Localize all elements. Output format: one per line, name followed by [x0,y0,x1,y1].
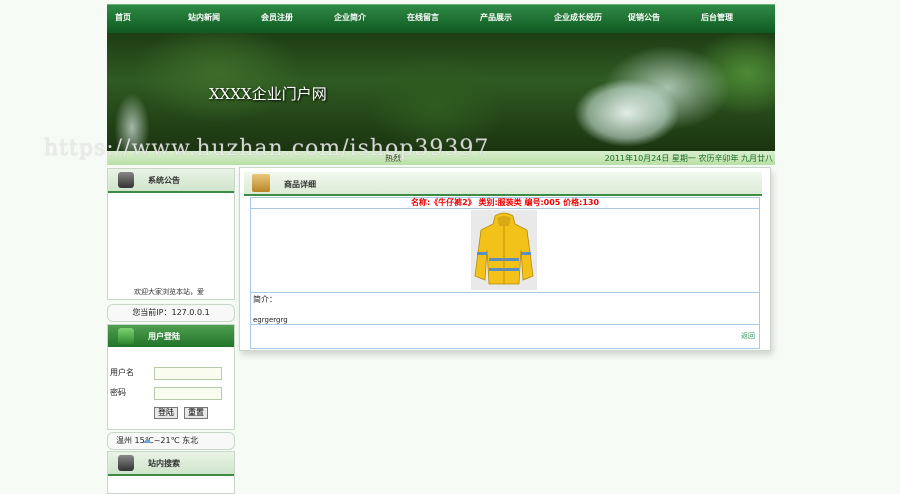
nav-news[interactable]: 站内新闻 [188,5,220,33]
login-header: 用户登陆 [108,325,234,347]
cloud-icon: ☁ [142,436,151,446]
nav-register[interactable]: 会员注册 [261,5,293,33]
reset-button[interactable]: 重置 [184,407,208,419]
detail-title: 商品详细 [284,180,316,189]
speaker-icon [118,172,134,188]
search-header: 站内搜索 [108,452,234,476]
notice-title: 系统公告 [148,176,180,185]
back-button[interactable]: 返回 [741,331,755,343]
product-info: 名称:《牛仔裤2》 类别:服装类 编号:005 价格:130 [251,198,759,209]
date-display: 2011年10月24日 星期一 农历辛卯年 九月廿八 [604,154,773,163]
password-input[interactable] [154,387,222,400]
detail-table: 名称:《牛仔裤2》 类别:服装类 编号:005 价格:130 简介： egrge… [250,197,760,349]
nav-history[interactable]: 企业成长经历 [554,5,602,33]
username-label: 用户名 [110,368,134,377]
password-label: 密码 [110,388,126,397]
site-title: XXXX企业门户网 [209,85,327,103]
header-banner: XXXX企业门户网 [107,33,775,151]
search-title: 站内搜索 [148,459,180,468]
nav-guestbook[interactable]: 在线留言 [407,5,439,33]
user-icon [118,328,134,344]
speaker-icon [118,455,134,471]
weather-text: 温州 15℃~21℃ 东北 [116,436,199,445]
ip-display: 您当前IP：127.0.0.1 [107,304,235,322]
detail-header: 商品详细 [244,172,762,196]
document-icon [252,174,270,192]
intro-text: egrgergrg [253,316,288,324]
page-container: 首页 站内新闻 会员注册 企业简介 在线留言 产品展示 企业成长经历 促销公告 … [107,4,775,494]
nav-admin[interactable]: 后台管理 [701,5,733,33]
divider [251,292,759,293]
product-image [471,210,537,290]
intro-label: 简介： [253,295,277,304]
product-detail-panel: 商品详细 名称:《牛仔裤2》 类别:服装类 编号:005 价格:130 简介： … [239,167,771,351]
nav-about[interactable]: 企业简介 [334,5,366,33]
weather-widget: 温州 15℃~21℃ 东北 ☁ [107,432,235,450]
nav-home[interactable]: 首页 [115,5,131,33]
notice-panel: 系统公告 欢迎大家浏览本站，爱 [107,168,235,300]
nav-promotions[interactable]: 促销公告 [628,5,660,33]
login-panel: 用户登陆 用户名 密码 登陆 重置 [107,324,235,430]
watermark-text: https://www.huzhan.com/ishop39397 [44,136,490,161]
login-title: 用户登陆 [148,332,180,341]
top-nav: 首页 站内新闻 会员注册 企业简介 在线留言 产品展示 企业成长经历 促销公告 … [107,4,775,33]
nav-products[interactable]: 产品展示 [480,5,512,33]
username-input[interactable] [154,367,222,380]
search-panel: 站内搜索 [107,451,235,494]
notice-header: 系统公告 [108,169,234,193]
notice-text: 欢迎大家浏览本站，爱 [134,288,204,296]
divider [251,324,759,325]
login-button[interactable]: 登陆 [154,407,178,419]
